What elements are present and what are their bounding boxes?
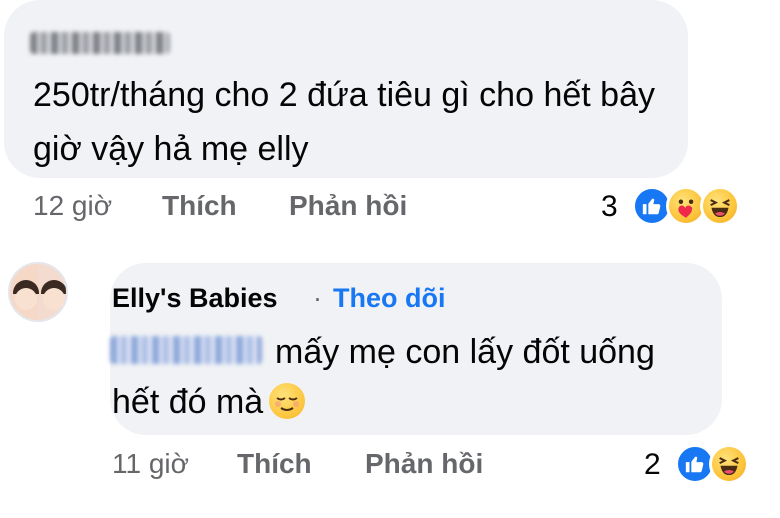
haha-icon xyxy=(700,186,740,226)
reply-text-line: hết đó mà xyxy=(112,380,306,424)
reply-button[interactable]: Phản hồi xyxy=(365,448,483,480)
reply-timestamp[interactable]: 11 giờ xyxy=(112,448,189,480)
blurred-author-name[interactable] xyxy=(30,32,170,54)
reaction-count[interactable]: 3 xyxy=(601,190,618,224)
reply-text-line2: hết đó mà xyxy=(112,383,264,421)
follow-button[interactable]: Theo dõi xyxy=(333,283,445,314)
avatar-face-left xyxy=(15,288,37,310)
reaction-count[interactable]: 2 xyxy=(644,448,661,482)
comment-timestamp[interactable]: 12 giờ xyxy=(33,190,112,222)
like-button[interactable]: Thích xyxy=(162,190,237,222)
avatar-face-right xyxy=(43,288,65,310)
relieved-face-icon xyxy=(269,383,306,419)
haha-icon xyxy=(709,444,749,484)
author-name[interactable]: Elly's Babies xyxy=(112,283,278,314)
comment-text: 250tr/tháng cho 2 đứa tiêu gì cho hết bâ… xyxy=(33,76,655,168)
reply-text-line: mấy mẹ con lấy đốt uống xyxy=(275,333,655,371)
reaction-summary[interactable] xyxy=(675,444,749,484)
blurred-mention-tag[interactable] xyxy=(110,336,262,364)
like-button[interactable]: Thích xyxy=(237,448,312,480)
separator-dot: · xyxy=(313,283,322,313)
reaction-summary[interactable] xyxy=(632,186,740,226)
reply-button[interactable]: Phản hồi xyxy=(289,190,407,222)
avatar[interactable] xyxy=(8,262,68,322)
